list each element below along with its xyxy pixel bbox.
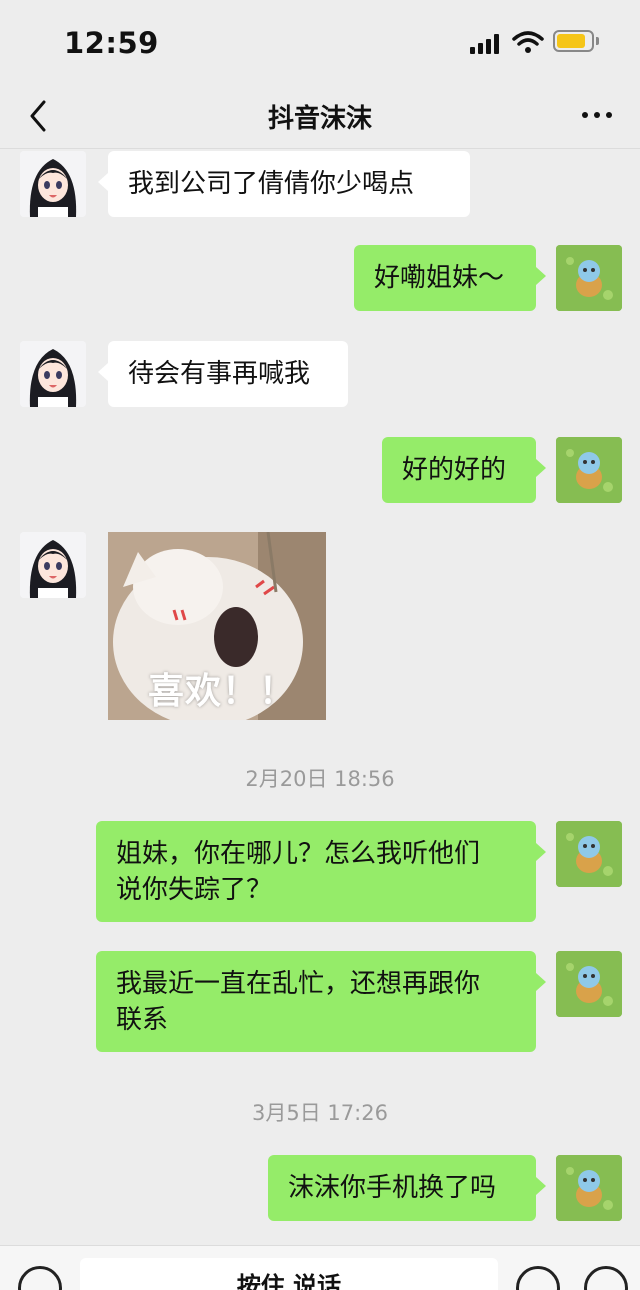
my-avatar[interactable] (556, 951, 622, 1017)
message-bubble-outgoing[interactable]: 我最近一直在乱忙，还想再跟你 联系 (96, 951, 546, 1052)
status-time: 12:59 (64, 26, 159, 60)
plus-icon[interactable] (584, 1266, 628, 1290)
sticker-caption: 喜欢！！ (148, 671, 297, 712)
contact-avatar[interactable] (20, 532, 86, 598)
my-avatar[interactable] (556, 437, 622, 503)
timestamp: 3月5日 17:26 (252, 1101, 388, 1125)
message-bubble-outgoing[interactable]: 沫沫你手机换了吗 (268, 1155, 546, 1221)
chat-messages[interactable]: 我到公司了倩倩你少喝点 好嘞姐妹～ 待会有事再喊我 好的好的 喜欢！！ 2月20… (0, 149, 640, 1245)
battery-icon (553, 30, 594, 52)
keyboard-voice-icon[interactable] (18, 1266, 62, 1290)
input-bar: 按住 说话 (0, 1245, 640, 1290)
more-dots-icon[interactable] (580, 110, 616, 120)
contact-avatar[interactable] (20, 151, 86, 217)
message-bubble-outgoing[interactable]: 好嘞姐妹～ (354, 245, 546, 311)
chevron-left-icon[interactable] (24, 96, 50, 136)
hold-to-talk-button[interactable]: 按住 说话 (80, 1258, 498, 1290)
cat-sticker-image[interactable]: 喜欢！！ (108, 532, 326, 720)
message-bubble-outgoing[interactable]: 姐妹，你在哪儿？怎么我听他们 说你失踪了？ (96, 821, 546, 922)
contact-avatar[interactable] (20, 341, 86, 407)
emoji-icon[interactable] (516, 1266, 560, 1290)
chat-header: 抖音沫沫 (0, 86, 640, 149)
status-bar: 12:59 (0, 0, 640, 86)
my-avatar[interactable] (556, 1155, 622, 1221)
message-bubble-incoming[interactable]: 待会有事再喊我 (98, 341, 348, 407)
message-bubble-incoming[interactable]: 我到公司了倩倩你少喝点 (98, 151, 470, 217)
my-avatar[interactable] (556, 245, 622, 311)
my-avatar[interactable] (556, 821, 622, 887)
cellular-signal-icon (470, 32, 504, 54)
chat-title: 抖音沫沫 (267, 104, 372, 134)
wifi-icon (512, 31, 544, 53)
message-bubble-outgoing[interactable]: 好的好的 (382, 437, 546, 503)
timestamp: 2月20日 18:56 (245, 767, 395, 791)
